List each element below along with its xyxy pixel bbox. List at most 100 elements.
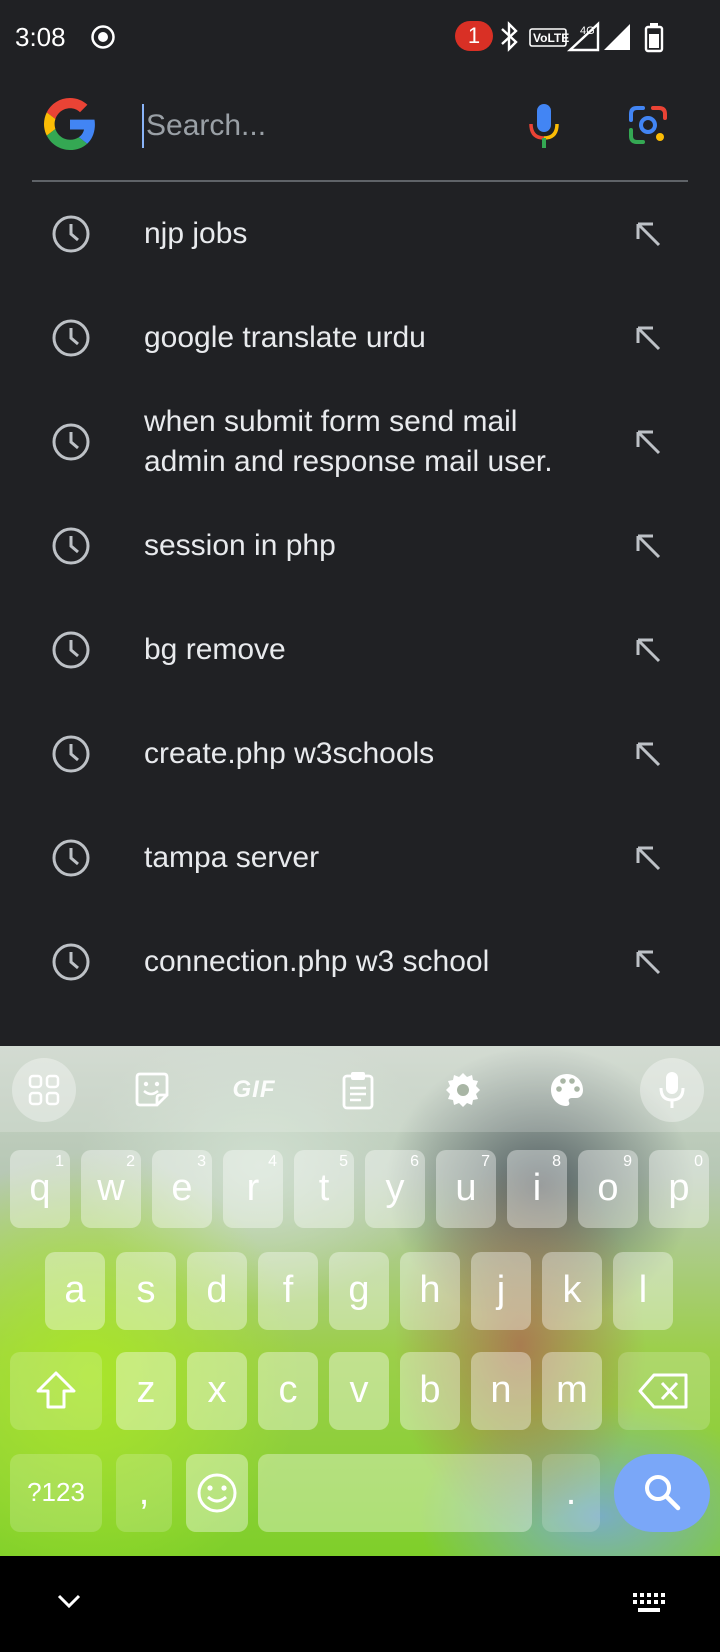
- backspace-icon: [638, 1373, 688, 1409]
- hide-keyboard-chevron-icon[interactable]: [56, 1592, 82, 1610]
- key-label: p: [668, 1167, 690, 1209]
- key-label: w: [97, 1167, 125, 1209]
- key-hint: 4: [268, 1153, 277, 1170]
- key-n[interactable]: n: [471, 1352, 531, 1430]
- key-a[interactable]: a: [45, 1252, 105, 1330]
- suggestion-item[interactable]: when submit form send mail admin and res…: [0, 390, 720, 494]
- search-input[interactable]: [142, 104, 506, 148]
- apps-grid-icon: [28, 1074, 60, 1106]
- key-t[interactable]: t5: [294, 1150, 354, 1228]
- clipboard-button[interactable]: [326, 1058, 390, 1122]
- key-hint: 2: [126, 1153, 135, 1170]
- navigation-bar: [0, 1556, 720, 1652]
- key-x[interactable]: x: [187, 1352, 247, 1430]
- theme-button[interactable]: [535, 1058, 599, 1122]
- history-clock-icon: [52, 735, 90, 773]
- key-label: i: [532, 1167, 542, 1209]
- key-i[interactable]: i8: [507, 1150, 567, 1228]
- shift-key[interactable]: [10, 1352, 102, 1430]
- suggestion-text: google translate urdu: [144, 321, 426, 354]
- key-m[interactable]: m: [542, 1352, 602, 1430]
- suggestion-text: session in php: [144, 529, 336, 562]
- key-q[interactable]: q1: [10, 1150, 70, 1228]
- keyboard-switch-icon[interactable]: [632, 1592, 666, 1614]
- key-hint: 1: [55, 1153, 64, 1170]
- google-lens-icon[interactable]: [627, 104, 669, 146]
- key-z[interactable]: z: [116, 1352, 176, 1430]
- key-c[interactable]: c: [258, 1352, 318, 1430]
- key-g[interactable]: g: [329, 1252, 389, 1330]
- gif-label: GIF: [232, 1076, 276, 1103]
- suggestion-text: bg remove: [144, 633, 286, 666]
- palette-icon: [551, 1074, 583, 1106]
- key-hint: 9: [623, 1153, 632, 1170]
- search-key[interactable]: [614, 1454, 710, 1532]
- fill-query-arrow-icon[interactable]: [632, 634, 664, 666]
- key-r[interactable]: r4: [223, 1150, 283, 1228]
- history-clock-icon: [52, 839, 90, 877]
- apps-grid-button[interactable]: [12, 1058, 76, 1122]
- signal-icon: [566, 21, 630, 52]
- settings-button[interactable]: [431, 1058, 495, 1122]
- emoji-key[interactable]: [186, 1454, 248, 1532]
- fill-query-arrow-icon[interactable]: [632, 842, 664, 874]
- suggestion-item[interactable]: google translate urdu: [0, 286, 720, 390]
- comma-key[interactable]: ,: [116, 1454, 172, 1532]
- key-y[interactable]: y6: [365, 1150, 425, 1228]
- key-u[interactable]: u7: [436, 1150, 496, 1228]
- symbols-key[interactable]: ?123: [10, 1454, 102, 1532]
- key-label: t: [318, 1167, 330, 1209]
- search-bar: [0, 84, 720, 180]
- space-key[interactable]: [258, 1454, 532, 1532]
- voice-input-button[interactable]: [640, 1058, 704, 1122]
- key-hint: 3: [197, 1153, 206, 1170]
- history-clock-icon: [52, 423, 90, 461]
- key-k[interactable]: k: [542, 1252, 602, 1330]
- key-hint: 5: [339, 1153, 348, 1170]
- suggestion-item[interactable]: tampa server: [0, 806, 720, 910]
- search-icon: [645, 1475, 681, 1511]
- key-label: u: [455, 1167, 477, 1209]
- battery-icon: [644, 23, 664, 53]
- suggestion-item[interactable]: create.php w3schools: [0, 702, 720, 806]
- fill-query-arrow-icon[interactable]: [632, 322, 664, 354]
- fill-query-arrow-icon[interactable]: [632, 426, 664, 458]
- fill-query-arrow-icon[interactable]: [632, 738, 664, 770]
- voice-search-icon[interactable]: [527, 102, 561, 152]
- fill-query-arrow-icon[interactable]: [632, 218, 664, 250]
- sticker-icon: [135, 1072, 169, 1107]
- suggestion-item[interactable]: njp jobs: [0, 182, 720, 286]
- key-d[interactable]: d: [187, 1252, 247, 1330]
- suggestion-text: create.php w3schools: [144, 737, 435, 770]
- screen-record-icon: [91, 25, 115, 49]
- history-clock-icon: [52, 319, 90, 357]
- key-o[interactable]: o9: [578, 1150, 638, 1228]
- key-j[interactable]: j: [471, 1252, 531, 1330]
- key-b[interactable]: b: [400, 1352, 460, 1430]
- period-key[interactable]: .: [542, 1454, 600, 1532]
- key-label: o: [597, 1167, 619, 1209]
- suggestion-text: connection.php w3 school: [144, 945, 490, 978]
- fill-query-arrow-icon[interactable]: [632, 946, 664, 978]
- key-e[interactable]: e3: [152, 1150, 212, 1228]
- key-v[interactable]: v: [329, 1352, 389, 1430]
- suggestion-item[interactable]: connection.php w3 school: [0, 910, 720, 1014]
- fill-query-arrow-icon[interactable]: [632, 530, 664, 562]
- key-w[interactable]: w2: [81, 1150, 141, 1228]
- gif-button[interactable]: GIF: [222, 1058, 286, 1122]
- key-p[interactable]: p0: [649, 1150, 709, 1228]
- backspace-key[interactable]: [618, 1352, 710, 1430]
- suggestion-item[interactable]: bg remove: [0, 598, 720, 702]
- key-s[interactable]: s: [116, 1252, 176, 1330]
- keyboard-toolbar: GIF: [0, 1046, 720, 1132]
- status-icons: VoLTE 4G: [501, 21, 664, 53]
- key-f[interactable]: f: [258, 1252, 318, 1330]
- sticker-button[interactable]: [120, 1058, 184, 1122]
- key-l[interactable]: l: [613, 1252, 673, 1330]
- history-clock-icon: [52, 943, 90, 981]
- keyboard: GIF q 1 w 2 e 3 r 4 t 5 y 6 u 7 i 8 o 9 …: [0, 1046, 720, 1556]
- clipboard-icon: [342, 1072, 374, 1110]
- key-h[interactable]: h: [400, 1252, 460, 1330]
- suggestion-item[interactable]: session in php: [0, 494, 720, 598]
- key-hint: 7: [481, 1153, 490, 1170]
